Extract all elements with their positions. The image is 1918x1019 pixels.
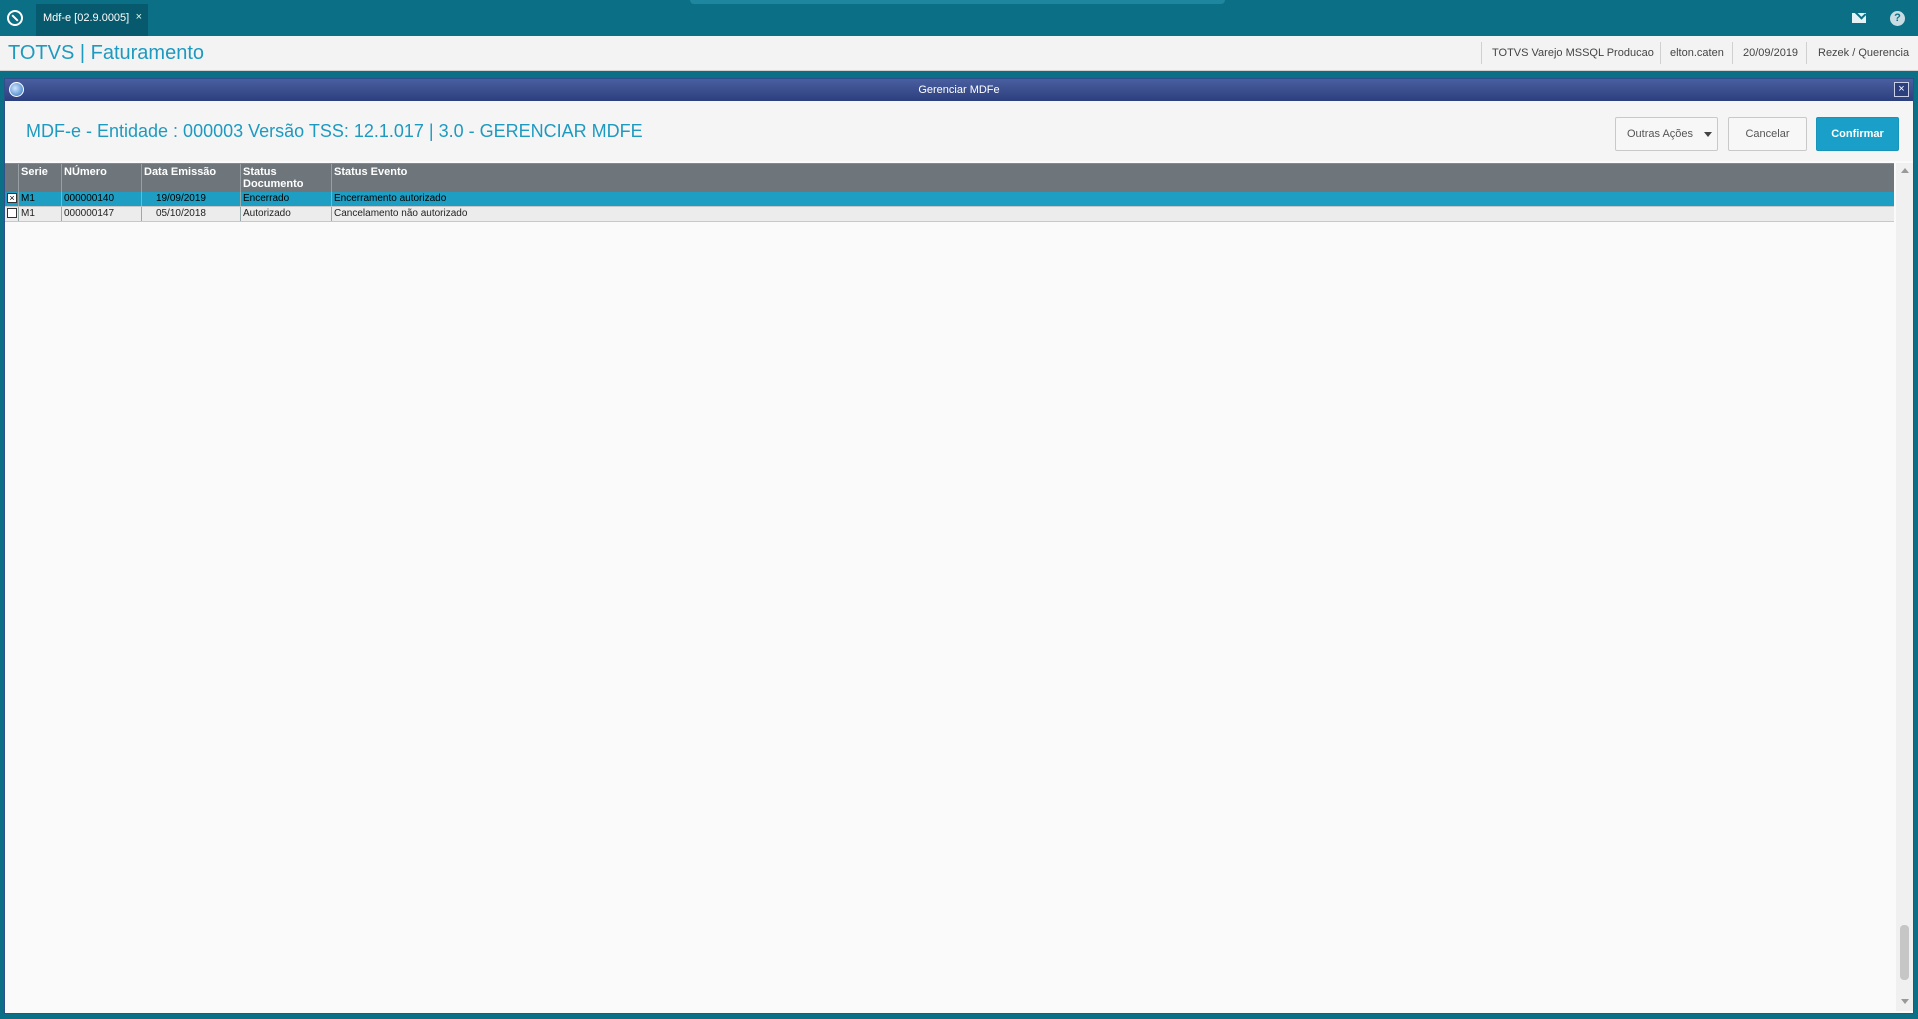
scrollbar-thumb[interactable]	[1900, 925, 1909, 980]
user-label[interactable]: elton.caten	[1670, 47, 1724, 59]
dialog-close-button[interactable]: ×	[1894, 82, 1909, 97]
dialog-title: Gerenciar MDFe	[918, 84, 1000, 96]
date-label[interactable]: 20/09/2019	[1743, 47, 1798, 59]
tab-label: Mdf-e [02.9.0005]	[43, 12, 130, 24]
cancel-button[interactable]: Cancelar	[1728, 117, 1807, 151]
app-header: TOTVS | Faturamento TOTVS Varejo MSSQL P…	[0, 36, 1918, 71]
header-separator	[1481, 42, 1482, 64]
column-header-check	[5, 164, 19, 192]
row-checkbox-cell[interactable]: ×	[5, 192, 19, 206]
table-row[interactable]: × M1 000000140 19/09/2019 Encerrado Ence…	[5, 192, 1894, 207]
chevron-down-icon	[1704, 132, 1712, 137]
mdfe-table: Serie NÚmero Data Emissão Status Documen…	[5, 163, 1894, 1012]
totvs-logo-icon[interactable]	[7, 10, 23, 26]
cell-numero: 000000140	[62, 192, 142, 206]
header-separator	[1806, 42, 1807, 64]
confirm-button[interactable]: Confirmar	[1816, 117, 1899, 151]
cell-data-emissao: 05/10/2018	[142, 207, 241, 221]
column-header-numero[interactable]: NÚmero	[62, 164, 142, 192]
column-header-data-emissao[interactable]: Data Emissão	[142, 164, 241, 192]
gerenciar-mdfe-dialog: Gerenciar MDFe × MDF-e - Entidade : 0000…	[4, 78, 1914, 1014]
cell-data-emissao: 19/09/2019	[142, 192, 241, 206]
column-header-status-documento[interactable]: Status Documento	[241, 164, 332, 192]
row-checkbox-cell[interactable]	[5, 207, 19, 221]
row-checkbox[interactable]	[7, 208, 17, 218]
cell-status-evento: Cancelamento não autorizado	[334, 208, 468, 219]
scroll-up-icon[interactable]	[1901, 168, 1909, 173]
outras-acoes-label: Outras Ações	[1627, 128, 1694, 140]
mail-icon[interactable]	[1852, 13, 1866, 23]
help-icon[interactable]: ?	[1890, 11, 1905, 26]
header-separator	[1732, 42, 1733, 64]
environment-label[interactable]: TOTVS Varejo MSSQL Producao	[1492, 47, 1654, 59]
cell-status-documento: Encerrado	[241, 192, 332, 206]
cell-numero: 000000147	[62, 207, 142, 221]
row-checkbox[interactable]: ×	[7, 193, 17, 203]
header-separator	[1660, 42, 1661, 64]
table-vertical-scrollbar[interactable]	[1896, 163, 1913, 1011]
dialog-header: MDF-e - Entidade : 000003 Versão TSS: 12…	[5, 101, 1913, 161]
top-tab-bar: Mdf-e [02.9.0005] × ?	[0, 0, 1918, 36]
app-title: TOTVS | Faturamento	[8, 42, 205, 64]
cell-status-evento: Encerramento autorizado	[334, 193, 447, 204]
dialog-titlebar[interactable]: Gerenciar MDFe ×	[5, 79, 1913, 101]
tab-mdfe[interactable]: Mdf-e [02.9.0005] ×	[36, 4, 148, 36]
cell-status-documento: Autorizado	[241, 207, 332, 221]
tab-close-icon[interactable]: ×	[136, 11, 142, 23]
cell-serie: M1	[19, 207, 62, 221]
table-row[interactable]: M1 000000147 05/10/2018 Autorizado Cance…	[5, 207, 1894, 222]
outras-acoes-button[interactable]: Outras Ações	[1615, 117, 1718, 151]
top-decoration	[690, 0, 1225, 4]
branch-label[interactable]: Rezek / Querencia	[1818, 47, 1909, 59]
cell-serie: M1	[19, 192, 62, 206]
table-header: Serie NÚmero Data Emissão Status Documen…	[5, 164, 1894, 192]
column-header-status-evento[interactable]: Status Evento	[332, 164, 1894, 192]
dialog-heading: MDF-e - Entidade : 000003 Versão TSS: 12…	[26, 121, 643, 141]
scroll-down-icon[interactable]	[1901, 999, 1909, 1004]
column-header-serie[interactable]: Serie	[19, 164, 62, 192]
